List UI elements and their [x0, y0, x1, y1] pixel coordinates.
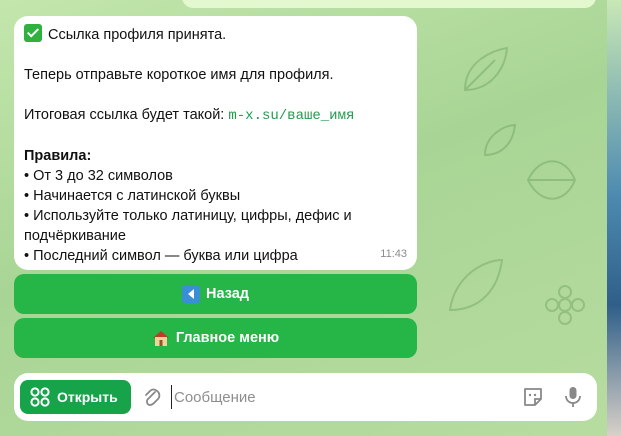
- leaf-doodle-icon: [483, 123, 517, 157]
- rule-item: • Используйте только латиницу, цифры, де…: [24, 208, 352, 224]
- adjacent-window-edge: [607, 0, 621, 436]
- profile-link-code[interactable]: m-x.su/ваше_имя: [228, 108, 354, 124]
- leaf-doodle-icon: [448, 258, 504, 312]
- rule-item: • Начинается с латинской буквы: [24, 188, 241, 204]
- check-mark-icon: [24, 24, 42, 42]
- rule-item: • Последний символ — буква или цифра: [24, 248, 298, 264]
- microphone-icon[interactable]: [563, 385, 583, 409]
- back-arrow-icon: [182, 285, 200, 303]
- bot-message-bubble: Ссылка профиля принята. Теперь отправьте…: [14, 16, 417, 270]
- main-menu-button[interactable]: Главное меню: [14, 318, 417, 358]
- main-menu-label: Главное меню: [175, 330, 280, 346]
- previous-message-bubble: [182, 0, 596, 8]
- message-input[interactable]: [171, 385, 504, 409]
- rule-item: • От 3 до 32 символов: [24, 168, 173, 184]
- message-composer: Открыть: [14, 373, 597, 421]
- back-button-label: Назад: [206, 286, 249, 302]
- flower-doodle-icon: [545, 285, 585, 325]
- rule-item: подчёркивание: [24, 228, 126, 244]
- house-icon: [152, 331, 169, 346]
- open-app-button[interactable]: Открыть: [20, 380, 131, 414]
- back-button[interactable]: Назад: [14, 274, 417, 314]
- message-line: Итоговая ссылка будет такой: m-x.su/ваше…: [24, 107, 355, 124]
- sticker-icon[interactable]: [522, 386, 544, 408]
- apps-grid-icon: [30, 387, 50, 407]
- message-time: 11:43: [380, 248, 407, 260]
- leaf-doodle-icon: [463, 46, 509, 92]
- open-app-label: Открыть: [57, 389, 118, 405]
- message-line: Ссылка профиля принята.: [24, 24, 407, 45]
- message-line: Теперь отправьте короткое имя для профил…: [24, 67, 334, 83]
- rules-title: Правила:: [24, 148, 92, 164]
- leaf-doodle-icon: [526, 160, 577, 200]
- paperclip-icon[interactable]: [143, 387, 161, 409]
